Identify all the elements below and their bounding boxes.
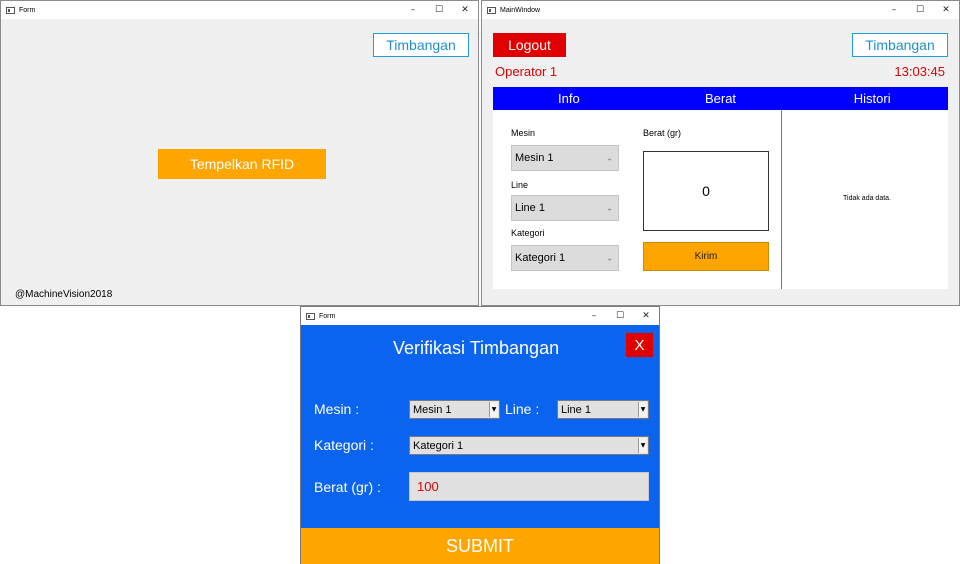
line-label: Line	[511, 180, 529, 190]
kirim-button[interactable]: Kirim	[643, 242, 769, 271]
main-titlebar[interactable]: MainWindow – ☐ ✕	[482, 1, 959, 19]
line-label: Line :	[505, 401, 540, 417]
mesin-select[interactable]: Mesin 1 ⌄	[511, 145, 619, 171]
tab-info[interactable]: Info	[493, 87, 645, 110]
kategori-label: Kategori :	[314, 437, 374, 453]
footer-credit: @MachineVision2018	[15, 289, 113, 300]
app-icon	[6, 6, 15, 14]
kategori-select[interactable]: Kategori 1 ⌄	[511, 245, 619, 271]
login-titlebar[interactable]: Form – ☐ ✕	[1, 1, 478, 19]
info-panel: Mesin Mesin 1 ⌄ Line Line 1 ⌄ Kategori K…	[493, 110, 948, 289]
maximize-icon[interactable]: ☐	[607, 311, 633, 321]
kategori-dropdown-value: Kategori 1	[413, 439, 464, 452]
dropdown-arrow-icon: ▼	[638, 438, 647, 453]
berat-label: Berat (gr) :	[314, 479, 381, 495]
chevron-down-icon: ⌄	[606, 253, 613, 263]
tab-berat[interactable]: Berat	[645, 87, 797, 110]
line-select[interactable]: Line 1 ⌄	[511, 195, 619, 221]
history-divider	[781, 110, 782, 289]
rfid-button[interactable]: Tempelkan RFID	[158, 149, 326, 179]
dropdown-arrow-icon: ▼	[638, 402, 647, 417]
maximize-icon[interactable]: ☐	[426, 5, 452, 15]
mesin-select-value: Mesin 1	[515, 152, 554, 164]
history-empty-text: Tidak ada data.	[843, 195, 891, 202]
window-title: MainWindow	[500, 6, 541, 14]
mesin-label: Mesin	[511, 128, 536, 138]
verify-heading: Verifikasi Timbangan	[393, 338, 560, 358]
kategori-label: Kategori	[511, 228, 545, 238]
main-window: MainWindow – ☐ ✕ Logout Timbangan Operat…	[481, 0, 960, 306]
verify-titlebar[interactable]: Form – ☐ ✕	[301, 307, 659, 325]
app-icon	[306, 312, 315, 320]
berat-label: Berat (gr)	[643, 128, 682, 138]
app-icon	[487, 6, 496, 14]
window-title: Form	[319, 312, 336, 320]
timbangan-button[interactable]: Timbangan	[852, 33, 948, 57]
chevron-down-icon: ⌄	[606, 203, 613, 213]
tab-histori[interactable]: Histori	[796, 87, 948, 110]
mesin-dropdown-value: Mesin 1	[413, 403, 452, 416]
dropdown-arrow-icon: ▼	[489, 402, 498, 417]
minimize-icon[interactable]: –	[400, 5, 426, 15]
logout-button[interactable]: Logout	[493, 33, 566, 57]
submit-button[interactable]: SUBMIT	[301, 528, 659, 564]
timbangan-button[interactable]: Timbangan	[373, 33, 469, 57]
close-icon[interactable]: ✕	[933, 5, 959, 15]
clock: 13:03:45	[894, 64, 945, 79]
window-title: Form	[19, 6, 36, 14]
mesin-label: Mesin :	[314, 401, 360, 417]
verify-window: Form – ☐ ✕ Verifikasi Timbangan X Mesin …	[300, 306, 660, 564]
close-icon[interactable]: ✕	[452, 5, 478, 15]
line-dropdown[interactable]: Line 1 ▼	[557, 400, 649, 419]
kategori-select-value: Kategori 1	[515, 252, 566, 264]
mesin-dropdown[interactable]: Mesin 1 ▼	[409, 400, 500, 419]
close-icon[interactable]: ✕	[633, 311, 659, 321]
kategori-dropdown[interactable]: Kategori 1 ▼	[409, 436, 649, 455]
minimize-icon[interactable]: –	[581, 311, 607, 321]
minimize-icon[interactable]: –	[881, 5, 907, 15]
maximize-icon[interactable]: ☐	[907, 5, 933, 15]
operator-name: Operator 1	[495, 64, 558, 79]
chevron-down-icon: ⌄	[606, 153, 613, 163]
tab-bar: Info Berat Histori	[493, 87, 948, 110]
berat-input[interactable]: 100	[409, 472, 649, 501]
line-dropdown-value: Line 1	[561, 403, 591, 416]
verify-close-button[interactable]: X	[626, 333, 653, 357]
line-select-value: Line 1	[515, 202, 545, 214]
berat-display: 0	[643, 151, 769, 231]
login-window: Form – ☐ ✕ Timbangan Tempelkan RFID @Mac…	[0, 0, 479, 306]
